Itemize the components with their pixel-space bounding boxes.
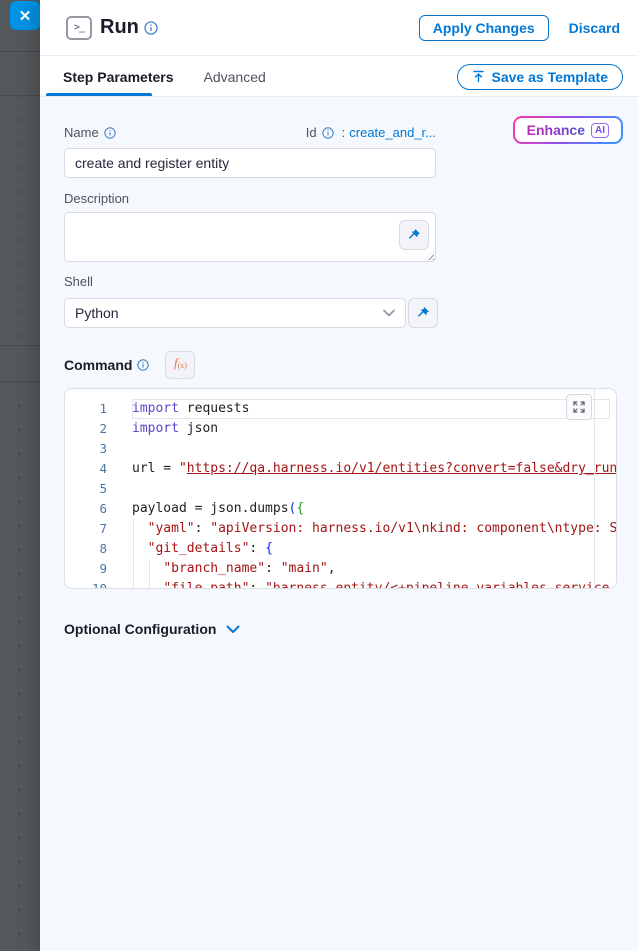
apply-changes-button[interactable]: Apply Changes: [419, 15, 549, 41]
description-textarea[interactable]: [64, 212, 436, 262]
optional-configuration-label: Optional Configuration: [64, 621, 216, 637]
editor-expand-button[interactable]: [566, 394, 592, 420]
code-line-4[interactable]: 4 url = "https://qa.harness.io/v1/entitie…: [65, 459, 616, 479]
expression-fx-button[interactable]: f(x): [165, 351, 195, 379]
code-line-6[interactable]: 6 payload = json.dumps({: [65, 499, 616, 519]
code-line-1[interactable]: 1 import requests: [65, 399, 616, 419]
name-input[interactable]: [64, 148, 436, 178]
code-line-10[interactable]: 10 "file_path": "harness_entity/<+pipeli…: [65, 579, 616, 589]
pushpin-icon: [416, 306, 430, 320]
canvas-footer-band: [0, 345, 40, 382]
save-as-template-label: Save as Template: [492, 69, 608, 85]
tab-advanced[interactable]: Advanced: [204, 69, 266, 85]
close-drawer-button[interactable]: ✕: [10, 1, 40, 30]
step-title: Run: [100, 16, 139, 39]
line-number: 3: [65, 439, 107, 459]
enhance-ai-button[interactable]: Enhance AI: [513, 116, 623, 144]
header-actions: Apply Changes Discard: [419, 15, 620, 41]
canvas-dot-grid: [0, 96, 40, 345]
step-id: Id : create_and_r...: [306, 125, 436, 140]
chevron-down-icon: [383, 309, 395, 317]
command-label: Command: [64, 357, 149, 373]
name-label-row: Name Id : create_and_r...: [64, 125, 436, 140]
code-lines: 1 import requests 2 import json 34 url = "htt…: [65, 399, 616, 589]
description-label: Description: [64, 191, 129, 206]
code-text: import json: [132, 419, 218, 439]
step-config-drawer: >_ Run Apply Changes Discard Step Parame…: [40, 0, 638, 951]
upload-icon: [472, 70, 485, 83]
id-label: Id: [306, 125, 317, 140]
line-number: 2: [65, 419, 107, 439]
code-line-9[interactable]: 9 "branch_name": "main",: [65, 559, 616, 579]
optional-configuration-toggle[interactable]: Optional Configuration: [64, 621, 240, 637]
pipeline-canvas-background: [0, 0, 40, 951]
command-label-row: Command f(x): [64, 351, 195, 379]
tab-bar: Step Parameters Advanced Save as Templat…: [40, 57, 638, 97]
name-info-icon[interactable]: [104, 127, 116, 139]
line-number: 7: [65, 519, 107, 539]
description-field-wrap: [64, 212, 436, 262]
chevron-down-icon: [226, 625, 240, 634]
shell-pin-button[interactable]: [408, 298, 438, 328]
step-parameters-panel: Name Id : create_and_r... Enhance: [40, 97, 638, 951]
run-step-terminal-icon: >_: [66, 16, 92, 40]
canvas-dot-grid-lower: [0, 382, 40, 951]
shell-label: Shell: [64, 274, 93, 289]
code-text: import requests: [132, 399, 610, 419]
harness-step-config-screen: ✕ >_ Run Apply Changes Discard Step Para…: [0, 0, 638, 951]
discard-button[interactable]: Discard: [569, 20, 620, 36]
code-text: "yaml": "apiVersion: harness.io/v1\nkind…: [132, 519, 617, 539]
tab-step-parameters[interactable]: Step Parameters: [63, 69, 174, 85]
code-text: url = "https://qa.harness.io/v1/entities…: [132, 459, 617, 479]
canvas-toolbar-band: [0, 52, 40, 96]
drawer-header: >_ Run Apply Changes Discard: [40, 0, 638, 56]
expand-icon: [573, 401, 585, 413]
line-number: 10: [65, 579, 107, 589]
code-text: "file_path": "harness_entity/<+pipeline.…: [132, 579, 617, 589]
code-line-8[interactable]: 8 "git_details": {: [65, 539, 616, 559]
name-label: Name: [64, 125, 116, 140]
shell-select[interactable]: Python: [64, 298, 406, 328]
line-number: 4: [65, 459, 107, 479]
line-number: 5: [65, 479, 107, 499]
code-line-3[interactable]: 3: [65, 439, 616, 459]
id-value: create_and_r...: [349, 125, 436, 140]
code-line-7[interactable]: 7 "yaml": "apiVersion: harness.io/v1\nki…: [65, 519, 616, 539]
fx-sub: (x): [178, 361, 187, 370]
info-icon[interactable]: [144, 21, 158, 35]
id-info-icon[interactable]: [322, 127, 334, 139]
pushpin-icon: [407, 228, 421, 242]
code-text: payload = json.dumps({: [132, 499, 304, 519]
save-as-template-button[interactable]: Save as Template: [457, 64, 623, 90]
id-colon: :: [342, 125, 346, 140]
close-icon: ✕: [19, 7, 32, 25]
code-line-2[interactable]: 2 import json: [65, 419, 616, 439]
active-tab-underline: [46, 93, 152, 96]
description-pin-button[interactable]: [399, 220, 429, 250]
command-code-editor[interactable]: 1 import requests 2 import json 34 url = "htt…: [64, 388, 617, 589]
enhance-label: Enhance: [527, 122, 585, 138]
code-line-5[interactable]: 5: [65, 479, 616, 499]
code-text: "git_details": {: [132, 539, 273, 559]
line-number: 8: [65, 539, 107, 559]
shell-selected-value: Python: [75, 305, 119, 321]
line-number: 9: [65, 559, 107, 579]
command-info-icon[interactable]: [137, 359, 149, 371]
code-text: "branch_name": "main",: [132, 559, 336, 579]
line-number: 6: [65, 499, 107, 519]
ai-badge: AI: [591, 123, 609, 138]
line-number: 1: [65, 399, 107, 419]
editor-overview-ruler: [594, 389, 595, 588]
